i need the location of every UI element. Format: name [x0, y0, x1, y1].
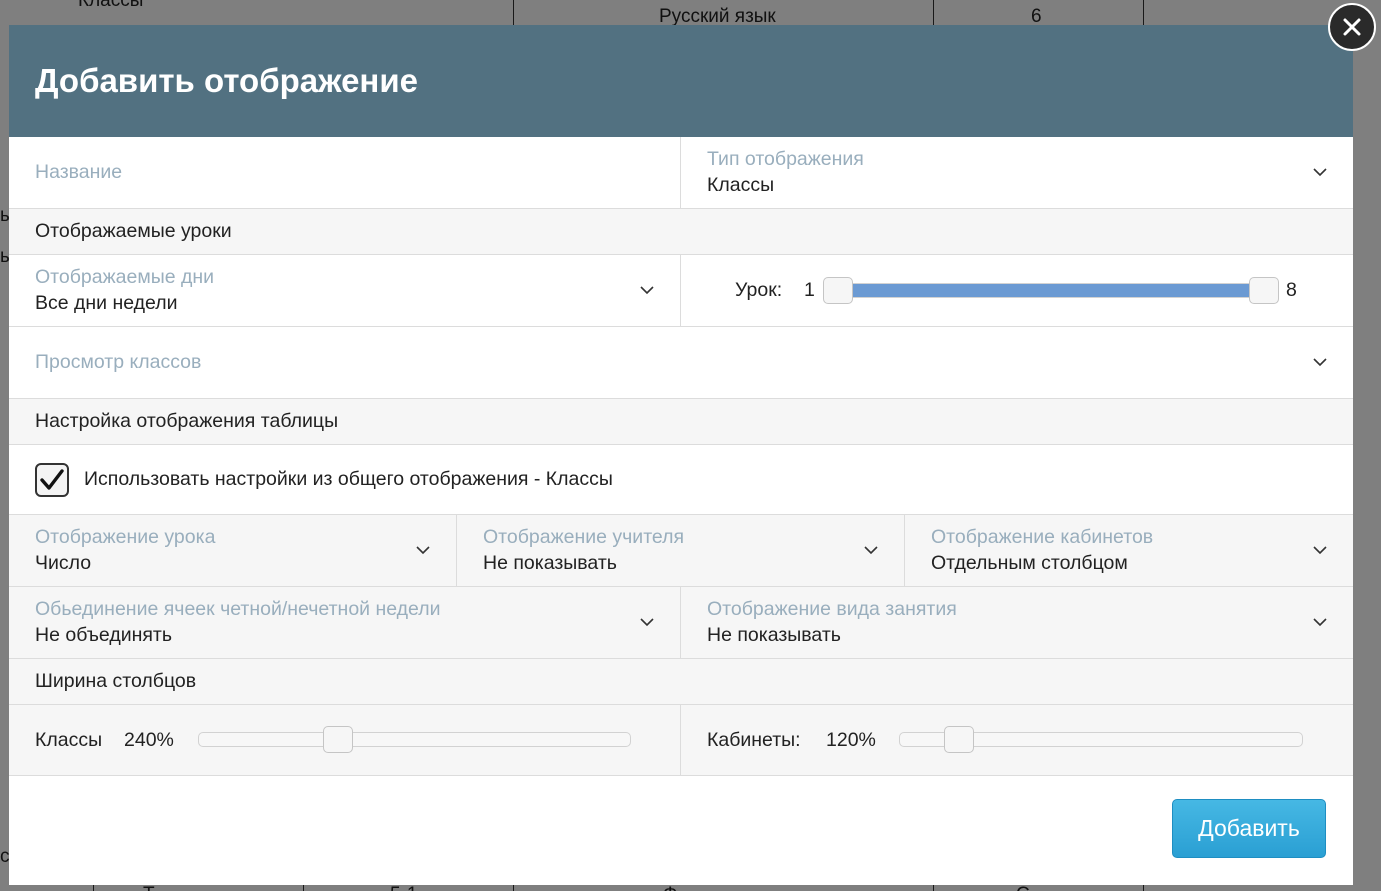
- chevron-down-icon: [416, 546, 430, 555]
- activity-display-select[interactable]: Отображение вида занятия Не показывать: [681, 587, 1353, 658]
- lesson-slider-track[interactable]: [826, 283, 1264, 298]
- merge-cells-select[interactable]: Обьединение ячеек четной/нечетной недели…: [9, 587, 681, 658]
- lesson-slider-max: 8: [1286, 279, 1297, 301]
- chevron-down-icon: [1313, 546, 1327, 555]
- section-table-settings: Настройка отображения таблицы: [9, 399, 1353, 445]
- chevron-down-icon: [864, 546, 878, 555]
- rooms-width-label: Кабинеты:: [707, 729, 801, 751]
- room-display-value: Отдельным столбцом: [931, 552, 1128, 574]
- lesson-slider-high-handle[interactable]: [1249, 277, 1279, 304]
- days-select[interactable]: Отображаемые дни Все дни недели: [9, 255, 681, 326]
- class-view-select[interactable]: Просмотр классов: [9, 327, 1353, 398]
- chevron-down-icon: [640, 618, 654, 627]
- room-display-label: Отображение кабинетов: [931, 526, 1154, 548]
- activity-display-label: Отображение вида занятия: [707, 598, 957, 620]
- close-button[interactable]: [1328, 3, 1376, 51]
- classes-width-value: 240%: [124, 729, 174, 751]
- teacher-display-select[interactable]: Отображение учителя Не показывать: [457, 515, 905, 586]
- teacher-display-label: Отображение учителя: [483, 526, 685, 548]
- lesson-display-label: Отображение урока: [35, 526, 216, 548]
- use-common-settings: Использовать настройки из общего отображ…: [9, 445, 1353, 515]
- name-field[interactable]: Название: [9, 137, 681, 208]
- chevron-down-icon: [640, 286, 654, 295]
- rooms-width-value: 120%: [826, 729, 876, 751]
- modal-header: Добавить отображение: [9, 25, 1353, 137]
- classes-width-label: Классы: [35, 729, 103, 751]
- display-type-label: Тип отображения: [707, 148, 864, 170]
- use-common-label: Использовать настройки из общего отображ…: [84, 468, 613, 490]
- lesson-display-value: Число: [35, 552, 92, 574]
- lesson-slider-min: 1: [804, 279, 815, 301]
- display-type-select[interactable]: Тип отображения Классы: [681, 137, 1353, 208]
- check-icon: [40, 468, 64, 490]
- chevron-down-icon: [1313, 168, 1327, 177]
- room-display-select[interactable]: Отображение кабинетов Отдельным столбцом: [905, 515, 1353, 586]
- classes-width-slider: Классы 240%: [9, 705, 681, 776]
- days-label: Отображаемые дни: [35, 266, 215, 288]
- teacher-display-value: Не показывать: [483, 552, 617, 574]
- chevron-down-icon: [1313, 358, 1327, 367]
- use-common-checkbox[interactable]: [35, 462, 69, 497]
- classes-width-handle[interactable]: [322, 726, 353, 753]
- close-icon: [1343, 18, 1361, 36]
- days-value: Все дни недели: [35, 292, 178, 314]
- classes-width-track[interactable]: [198, 732, 631, 747]
- section-column-width: Ширина столбцов: [9, 659, 1353, 705]
- merge-cells-value: Не объединять: [35, 624, 173, 646]
- activity-display-value: Не показывать: [707, 624, 841, 646]
- rooms-width-slider: Кабинеты: 120%: [681, 705, 1353, 776]
- rooms-width-handle[interactable]: [943, 726, 974, 753]
- chevron-down-icon: [1313, 618, 1327, 627]
- merge-cells-label: Обьединение ячеек четной/нечетной недели: [35, 598, 441, 620]
- lesson-range-slider: Урок: 1 8: [681, 255, 1353, 326]
- display-type-value: Классы: [707, 174, 775, 196]
- name-field-placeholder: Название: [35, 161, 123, 183]
- lesson-slider-range: [838, 284, 1258, 297]
- lesson-slider-low-handle[interactable]: [823, 277, 853, 304]
- lesson-slider-label: Урок:: [735, 279, 783, 301]
- add-button[interactable]: Добавить: [1172, 799, 1326, 858]
- section-displayed-lessons: Отображаемые уроки: [9, 209, 1353, 255]
- add-display-modal: Добавить отображение Название Тип отобра…: [9, 25, 1353, 885]
- lesson-display-select[interactable]: Отображение урока Число: [9, 515, 457, 586]
- class-view-placeholder: Просмотр классов: [35, 351, 202, 373]
- modal-title: Добавить отображение: [35, 62, 418, 99]
